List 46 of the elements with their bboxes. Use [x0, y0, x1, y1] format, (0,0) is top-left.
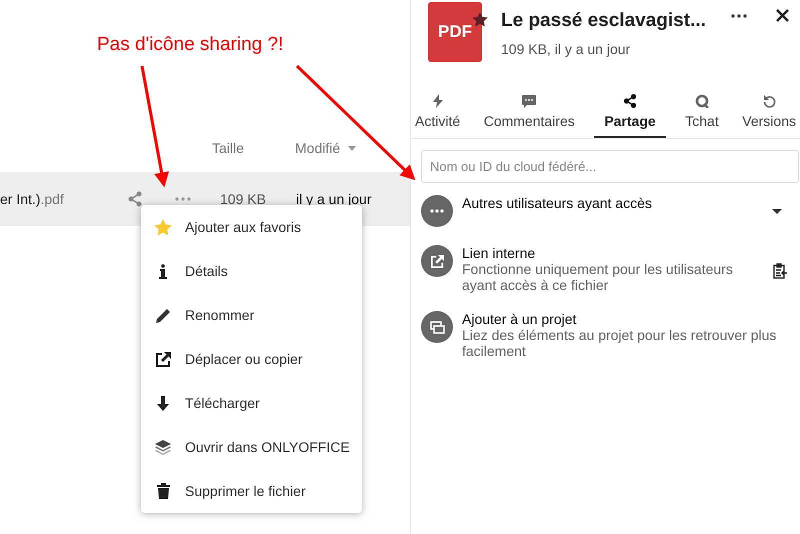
chat-icon — [694, 94, 709, 108]
entry-title: Autres utilisateurs ayant accès — [462, 195, 653, 211]
favorite-star-icon[interactable] — [472, 12, 488, 27]
entry-title: Lien interne — [462, 245, 536, 261]
menu-item[interactable]: Supprimer le fichier — [141, 469, 362, 513]
tab[interactable]: Tchat — [681, 86, 723, 138]
entry-title: Ajouter à un projet — [462, 311, 578, 327]
column-header[interactable]: Modifié — [295, 140, 340, 156]
star-icon — [154, 218, 172, 236]
file-meta: 109 KB, il y a un jour — [501, 41, 632, 57]
file-size: 109 KB — [220, 191, 266, 207]
comment-icon — [522, 95, 536, 108]
menu-item[interactable]: Détails — [141, 249, 362, 293]
annotation-text: Pas d'icône sharing ?! — [97, 34, 284, 56]
menu-item[interactable]: Renommer — [141, 293, 362, 337]
external-link-icon — [421, 245, 453, 277]
close-icon[interactable] — [776, 9, 789, 22]
entry-description: Liez des éléments au projet pour les retrouver plus facilement — [462, 327, 778, 359]
file-type-label: PDF — [438, 22, 472, 42]
tab[interactable]: Versions — [738, 86, 800, 138]
trash-icon — [156, 483, 170, 499]
share-search-field[interactable]: Nom ou ID du cloud fédéré... — [421, 150, 799, 183]
download-icon — [156, 396, 170, 410]
history-icon — [762, 94, 776, 108]
pencil-icon — [156, 308, 170, 322]
external-link-icon — [156, 352, 170, 366]
info-icon — [159, 264, 167, 278]
share-icon — [622, 94, 637, 108]
entry-description: Fonctionne uniquement pour les utilisateurs ayant accès à ce fichier — [462, 261, 734, 293]
dropdown-caret-icon[interactable] — [772, 209, 782, 214]
menu-item[interactable]: Télécharger — [141, 381, 362, 425]
lightning-icon — [432, 94, 443, 108]
tab[interactable]: Partage — [594, 86, 666, 138]
share-icon[interactable] — [127, 191, 143, 207]
more-icon[interactable] — [731, 14, 747, 18]
layers-icon — [155, 440, 171, 454]
menu-item[interactable]: Déplacer ou copier — [141, 337, 362, 381]
menu-item[interactable]: Ouvrir dans ONLYOFFICE — [141, 425, 362, 469]
copy-clipboard-icon[interactable] — [773, 263, 788, 279]
column-header[interactable]: Taille — [212, 140, 244, 156]
windows-icon — [421, 311, 453, 343]
file-name: er Int.).pdf — [0, 191, 64, 207]
more-icon — [421, 195, 453, 227]
tab[interactable]: Activité — [411, 86, 464, 138]
tab[interactable]: Commentaires — [480, 86, 579, 138]
file-title: Le passé esclavagist... — [501, 10, 706, 32]
